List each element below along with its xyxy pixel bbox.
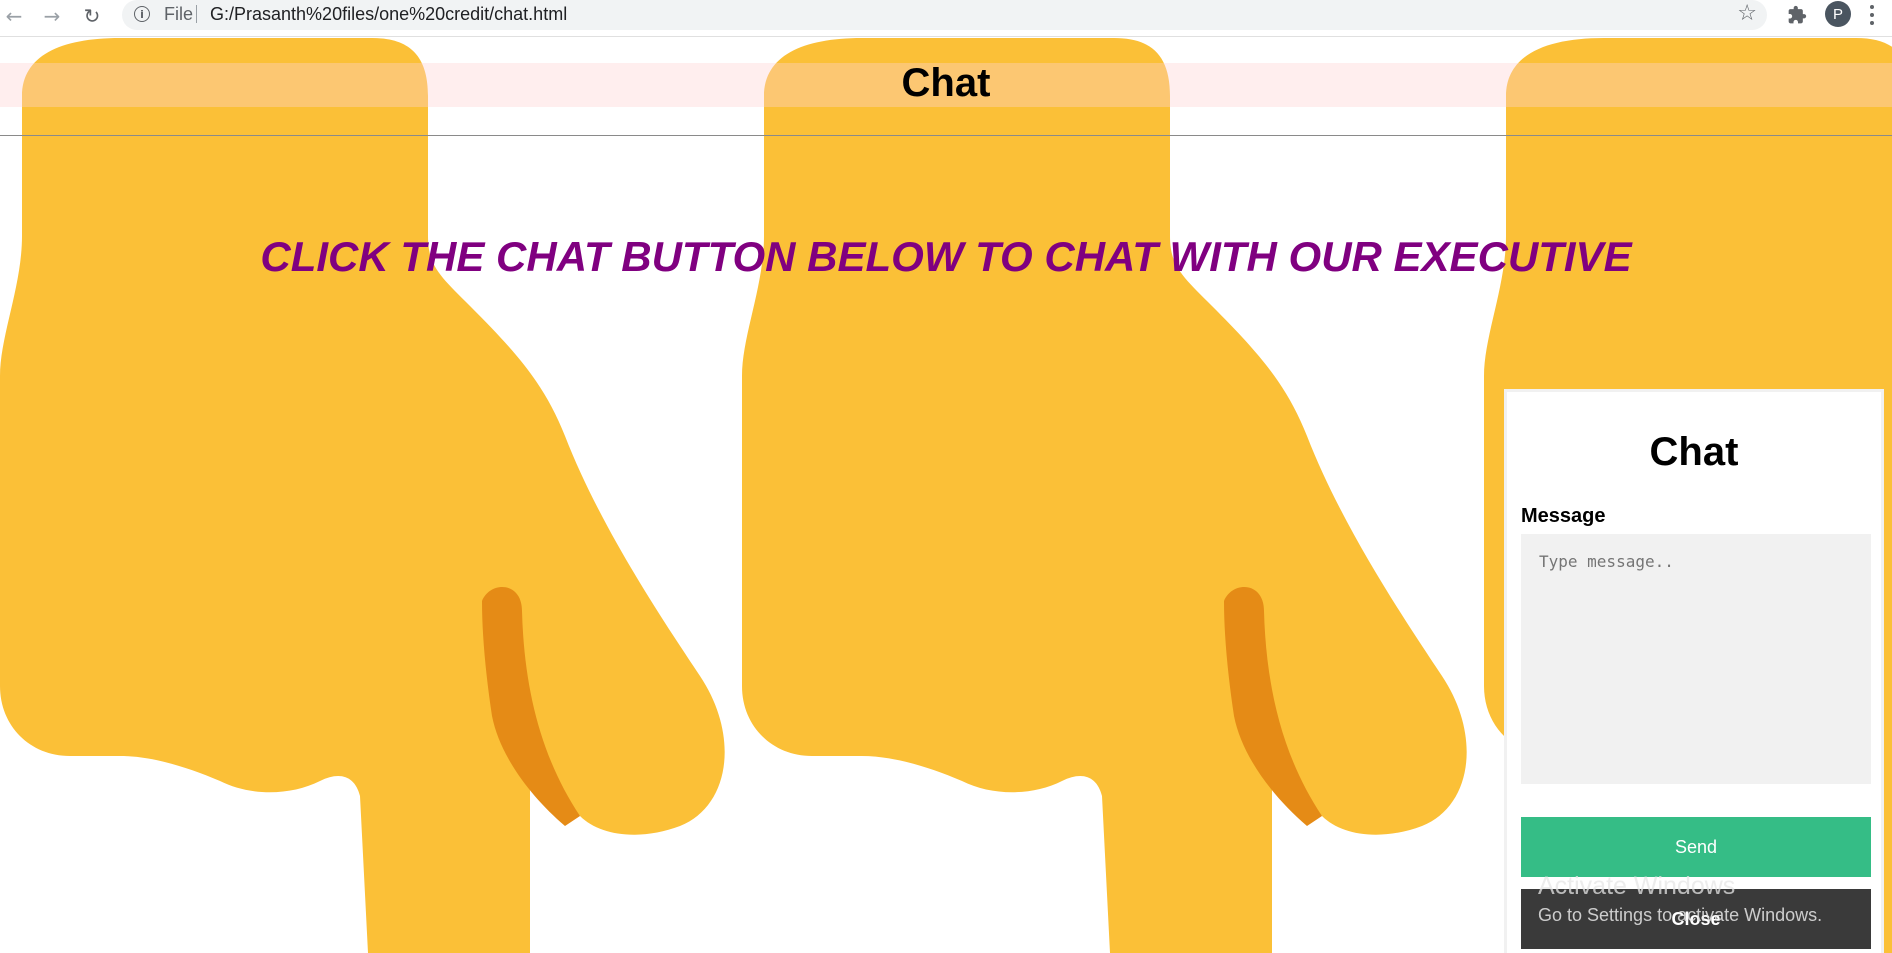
message-label: Message — [1521, 505, 1606, 527]
chat-title: Chat — [1649, 430, 1739, 474]
forward-arrow-icon[interactable]: → — [38, 2, 66, 30]
extensions-puzzle-icon[interactable] — [1784, 2, 1810, 28]
address-bar[interactable]: i File G:/Prasanth%20files/one%20credit/… — [122, 0, 1767, 30]
header-divider — [0, 135, 1892, 136]
page-content: Chat CLICK THE CHAT BUTTON BELOW TO CHAT… — [0, 36, 1892, 953]
more-menu-icon[interactable] — [1862, 3, 1882, 27]
reload-icon[interactable]: ↻ — [78, 2, 106, 30]
scheme-label: File — [164, 4, 194, 24]
bookmark-star-icon[interactable]: ☆ — [1737, 1, 1757, 26]
url-text[interactable]: G:/Prasanth%20files/one%20credit/chat.ht… — [210, 4, 567, 25]
browser-toolbar: ← → ↻ i File G:/Prasanth%20files/one%20c… — [0, 0, 1892, 37]
cta-heading: CLICK THE CHAT BUTTON BELOW TO CHAT WITH… — [260, 233, 1632, 280]
profile-avatar[interactable]: P — [1825, 1, 1851, 27]
message-textarea[interactable] — [1521, 534, 1871, 784]
back-arrow-icon[interactable]: ← — [0, 2, 28, 30]
chat-popup: Chat Message Send Close — [1504, 389, 1884, 953]
info-icon[interactable]: i — [134, 6, 150, 22]
page-title: Chat — [901, 61, 991, 105]
url-separator — [196, 5, 197, 23]
close-button[interactable]: Close — [1521, 889, 1871, 949]
send-button[interactable]: Send — [1521, 817, 1871, 877]
